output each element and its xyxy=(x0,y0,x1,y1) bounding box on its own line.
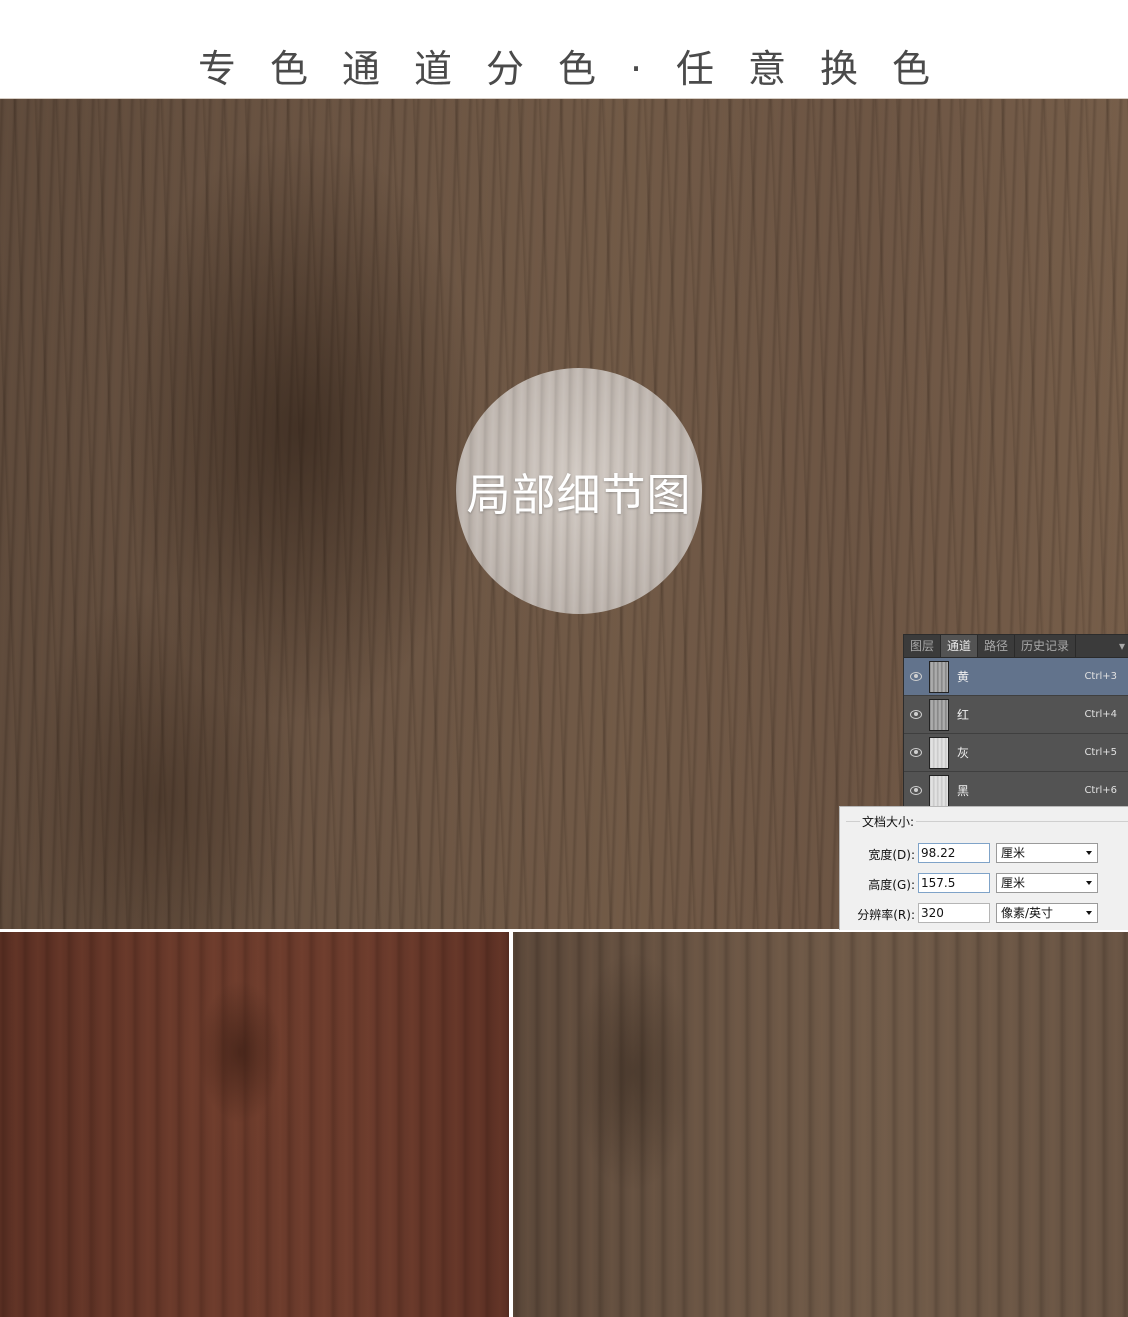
height-unit-select[interactable]: 厘米 xyxy=(996,873,1098,893)
channel-row-yellow[interactable]: 黄 Ctrl+3 xyxy=(904,658,1128,696)
width-input[interactable]: 98.22 xyxy=(918,843,990,863)
resolution-unit-select[interactable]: 像素/英寸 xyxy=(996,903,1098,923)
channel-row-black[interactable]: 黑 Ctrl+6 xyxy=(904,772,1128,810)
detail-badge-label: 局部细节图 xyxy=(466,470,692,521)
resolution-unit-value: 像素/英寸 xyxy=(1001,906,1054,920)
height-row: 高度(G): 157.5 厘米 xyxy=(840,873,1128,895)
chevron-down-icon xyxy=(1086,911,1092,915)
channel-name: 灰 xyxy=(957,746,970,760)
header: 专色通道分色·任意换色 xyxy=(0,0,1128,99)
channels-panel: 图层 通道 路径 历史记录 ▾ 黄 Ctrl+3 红 Ctrl+4 灰 Ctrl… xyxy=(903,634,1128,810)
channel-shortcut: Ctrl+6 xyxy=(1084,785,1117,796)
detail-badge: 局部细节图 xyxy=(456,368,702,614)
chevron-down-icon xyxy=(1086,851,1092,855)
channel-thumbnail xyxy=(929,736,949,769)
channel-thumbnail xyxy=(929,774,949,807)
panel-tabs: 图层 通道 路径 历史记录 ▾ xyxy=(904,635,1128,658)
tab-channels[interactable]: 通道 xyxy=(941,635,979,657)
page-title: 专色通道分色·任意换色 xyxy=(197,47,965,91)
height-input[interactable]: 157.5 xyxy=(918,873,990,893)
channel-thumbnail xyxy=(929,698,949,731)
channel-name: 红 xyxy=(957,708,970,722)
eye-icon[interactable] xyxy=(910,710,922,719)
panel-menu-icon[interactable]: ▾ xyxy=(1115,635,1128,657)
wood-sample-right xyxy=(513,932,1128,1317)
channel-row-red[interactable]: 红 Ctrl+4 xyxy=(904,696,1128,734)
chevron-down-icon xyxy=(1086,881,1092,885)
document-size-legend: 文档大小: xyxy=(860,813,917,830)
eye-icon[interactable] xyxy=(910,786,922,795)
eye-icon[interactable] xyxy=(910,748,922,757)
document-size-panel: 文档大小: 宽度(D): 98.22 厘米 高度(G): 157.5 厘米 分辨… xyxy=(839,806,1128,930)
resolution-label: 分辨率(R): xyxy=(857,908,915,922)
tab-layers[interactable]: 图层 xyxy=(904,635,942,657)
height-label: 高度(G): xyxy=(868,878,915,892)
channel-name: 黑 xyxy=(957,784,970,798)
tab-paths[interactable]: 路径 xyxy=(978,635,1016,657)
channel-shortcut: Ctrl+3 xyxy=(1084,671,1117,682)
height-unit-value: 厘米 xyxy=(1001,876,1026,890)
channel-thumbnail xyxy=(929,660,949,693)
channel-name: 黄 xyxy=(957,670,970,684)
width-unit-value: 厘米 xyxy=(1001,846,1026,860)
wood-sample-left xyxy=(0,932,509,1317)
channel-shortcut: Ctrl+4 xyxy=(1084,709,1117,720)
channel-shortcut: Ctrl+5 xyxy=(1084,747,1117,758)
channel-row-gray[interactable]: 灰 Ctrl+5 xyxy=(904,734,1128,772)
resolution-row: 分辨率(R): 320 像素/英寸 xyxy=(840,903,1128,925)
resolution-input[interactable]: 320 xyxy=(918,903,990,923)
width-row: 宽度(D): 98.22 厘米 xyxy=(840,843,1128,865)
width-label: 宽度(D): xyxy=(868,848,915,862)
eye-icon[interactable] xyxy=(910,672,922,681)
tab-history[interactable]: 历史记录 xyxy=(1015,635,1077,657)
width-unit-select[interactable]: 厘米 xyxy=(996,843,1098,863)
